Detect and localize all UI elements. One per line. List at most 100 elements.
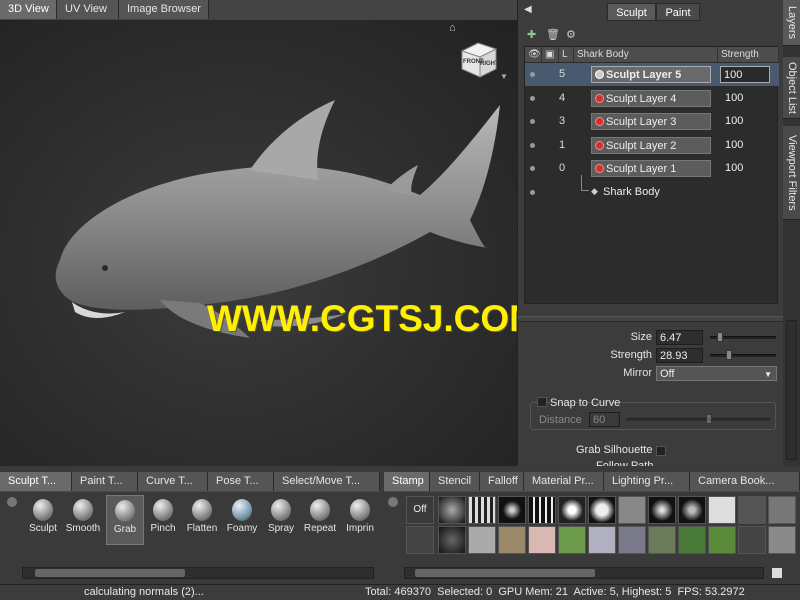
layer-strength[interactable]: 100 bbox=[725, 139, 743, 151]
stamp-thumb[interactable] bbox=[588, 496, 616, 524]
stamp-thumb[interactable] bbox=[528, 526, 556, 554]
layer-row[interactable]: 0 Sculpt Layer 1 100 bbox=[525, 157, 779, 180]
layer-strength[interactable]: 100 bbox=[725, 162, 743, 174]
stamp-thumb[interactable] bbox=[558, 496, 586, 524]
base-layer-row[interactable]: ◆ Shark Body bbox=[525, 175, 779, 204]
layer-row[interactable]: 3 Sculpt Layer 3 100 bbox=[525, 110, 779, 133]
stamp-thumb[interactable] bbox=[678, 526, 706, 554]
stamp-thumb[interactable] bbox=[558, 526, 586, 554]
tool-grab[interactable]: Grab bbox=[106, 495, 144, 545]
stamp-thumb[interactable] bbox=[708, 496, 736, 524]
layer-settings-icon[interactable]: ⚙ bbox=[566, 28, 576, 41]
distance-slider-knob[interactable] bbox=[706, 414, 712, 424]
tool-shelf-scrollbar[interactable] bbox=[22, 567, 374, 579]
tool-pinch[interactable]: Pinch bbox=[144, 495, 182, 545]
tab-viewport-filters[interactable]: Viewport Filters bbox=[783, 126, 800, 220]
size-field[interactable]: 6.47 bbox=[656, 330, 703, 345]
visibility-dot[interactable] bbox=[530, 96, 535, 101]
stamp-thumb[interactable] bbox=[738, 526, 766, 554]
stamp-options-icon[interactable] bbox=[388, 497, 398, 507]
visibility-dot[interactable] bbox=[530, 72, 535, 77]
layer-row[interactable]: 5 Sculpt Layer 5 100 bbox=[525, 63, 779, 86]
tab-3d-view[interactable]: 3D View bbox=[0, 0, 57, 19]
home-icon[interactable]: ⌂ bbox=[449, 22, 456, 34]
tab-falloff[interactable]: Falloff bbox=[480, 472, 524, 491]
stamp-thumb[interactable] bbox=[618, 496, 646, 524]
viewcube-menu-icon[interactable]: ▼ bbox=[500, 72, 508, 81]
snap-to-curve-checkbox[interactable] bbox=[537, 397, 547, 407]
visibility-dot[interactable] bbox=[530, 190, 535, 195]
tool-imprint[interactable]: Imprin bbox=[341, 495, 379, 545]
stamp-thumb[interactable] bbox=[768, 526, 796, 554]
layer-name[interactable]: Sculpt Layer 3 bbox=[591, 113, 711, 130]
strength-field[interactable]: 28.93 bbox=[656, 348, 703, 363]
layer-name[interactable]: Sculpt Layer 2 bbox=[591, 137, 711, 154]
stamp-thumb[interactable] bbox=[468, 526, 496, 554]
distance-slider[interactable] bbox=[626, 418, 770, 421]
vertical-scrollbar[interactable] bbox=[786, 320, 797, 460]
grab-silhouette-checkbox[interactable] bbox=[656, 446, 666, 456]
tool-sculpt[interactable]: Sculpt bbox=[24, 495, 62, 545]
tab-object-list[interactable]: Object List bbox=[783, 57, 800, 119]
visibility-dot[interactable] bbox=[530, 143, 535, 148]
scroll-thumb[interactable] bbox=[415, 569, 595, 577]
tool-repeat[interactable]: Repeat bbox=[301, 495, 339, 545]
layer-name[interactable]: Sculpt Layer 5 bbox=[591, 66, 711, 83]
stamp-thumb[interactable] bbox=[648, 496, 676, 524]
resize-grip-icon[interactable] bbox=[772, 568, 782, 578]
tab-stamp[interactable]: Stamp bbox=[384, 472, 430, 491]
stamp-thumb[interactable] bbox=[618, 526, 646, 554]
stamp-thumb[interactable] bbox=[588, 526, 616, 554]
tab-sculpt-tools[interactable]: Sculpt T... bbox=[0, 472, 72, 491]
stamp-shelf-scrollbar[interactable] bbox=[404, 567, 764, 579]
stamp-thumb[interactable] bbox=[738, 496, 766, 524]
strength-slider-knob[interactable] bbox=[726, 350, 732, 360]
stamp-thumb[interactable] bbox=[528, 496, 556, 524]
stamp-thumb[interactable] bbox=[498, 496, 526, 524]
tab-layers[interactable]: Layers bbox=[783, 0, 800, 46]
layer-strength[interactable]: 100 bbox=[725, 92, 743, 104]
size-slider-knob[interactable] bbox=[717, 332, 723, 342]
stamp-thumb[interactable] bbox=[648, 526, 676, 554]
layer-strength[interactable]: 100 bbox=[725, 115, 743, 127]
paint-mode-button[interactable]: Paint bbox=[656, 3, 700, 21]
tab-curve-tools[interactable]: Curve T... bbox=[138, 472, 208, 491]
tab-stencil[interactable]: Stencil bbox=[430, 472, 480, 491]
stamp-thumb[interactable] bbox=[708, 526, 736, 554]
add-layer-icon[interactable]: ✚ bbox=[527, 28, 536, 41]
tool-spray[interactable]: Spray bbox=[262, 495, 300, 545]
stamp-thumb[interactable] bbox=[406, 526, 434, 554]
delete-layer-icon[interactable]: 🗑 bbox=[546, 28, 560, 41]
stamp-thumb[interactable] bbox=[498, 526, 526, 554]
tab-image-browser[interactable]: Image Browser bbox=[119, 0, 209, 19]
stamp-thumb[interactable] bbox=[438, 496, 466, 524]
visibility-dot[interactable] bbox=[530, 166, 535, 171]
tab-select-move-tools[interactable]: Select/Move T... bbox=[274, 472, 380, 491]
sculpt-mode-button[interactable]: Sculpt bbox=[607, 3, 656, 21]
tool-foamy[interactable]: Foamy bbox=[223, 495, 261, 545]
tool-smooth[interactable]: Smooth bbox=[64, 495, 102, 545]
layer-row[interactable]: 4 Sculpt Layer 4 100 bbox=[525, 87, 779, 110]
stamp-thumb[interactable] bbox=[768, 496, 796, 524]
tab-lighting-presets[interactable]: Lighting Pr... bbox=[604, 472, 690, 491]
3d-viewport[interactable]: FRONT RIGHT ⌂ ▼ WWW.CGTSJ.COM bbox=[0, 20, 517, 466]
strength-slider[interactable] bbox=[710, 354, 776, 357]
layer-row[interactable]: 1 Sculpt Layer 2 100 bbox=[525, 134, 779, 157]
panel-divider[interactable] bbox=[518, 316, 784, 322]
tab-camera-bookmarks[interactable]: Camera Book... bbox=[690, 472, 800, 491]
tab-uv-view[interactable]: UV View bbox=[57, 0, 119, 19]
shelf-options-icon[interactable] bbox=[7, 497, 17, 507]
tab-paint-tools[interactable]: Paint T... bbox=[72, 472, 138, 491]
stamp-off[interactable]: Off bbox=[406, 496, 434, 524]
tab-pose-tools[interactable]: Pose T... bbox=[208, 472, 274, 491]
viewcube[interactable]: FRONT RIGHT bbox=[458, 37, 500, 79]
scroll-thumb[interactable] bbox=[35, 569, 185, 577]
layer-name[interactable]: Sculpt Layer 4 bbox=[591, 90, 711, 107]
distance-field[interactable]: 60 bbox=[589, 412, 620, 427]
collapse-panel-icon[interactable]: ◀ bbox=[524, 4, 532, 15]
mirror-dropdown[interactable]: Off ▼ bbox=[656, 366, 777, 381]
stamp-thumb[interactable] bbox=[438, 526, 466, 554]
visibility-dot[interactable] bbox=[530, 119, 535, 124]
tool-flatten[interactable]: Flatten bbox=[183, 495, 221, 545]
layer-name[interactable]: Sculpt Layer 1 bbox=[591, 160, 711, 177]
